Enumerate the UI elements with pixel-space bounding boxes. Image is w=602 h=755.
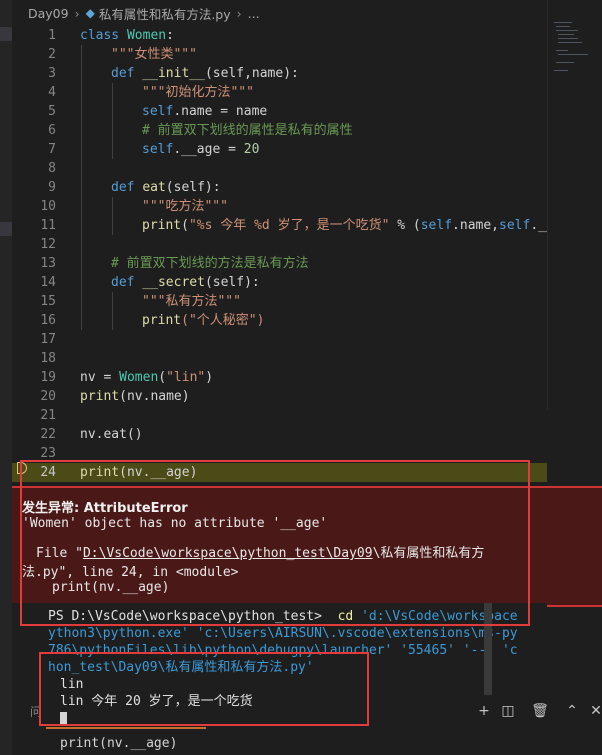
code-editor[interactable]: 1 class Women: 2 """女性类""" 3 def __init__(s… xyxy=(12,26,554,496)
breadcrumb-file[interactable]: 私有属性和私有方法.py xyxy=(99,4,231,23)
code-line: 10 """吃方法""" xyxy=(40,199,228,214)
code-line: 6 # 前置双下划线的属性是私有的属性 xyxy=(48,123,353,138)
code-line: print(nv.__age) xyxy=(60,736,178,751)
code-line: 13 # 前置双下划线的方法是私有方法 xyxy=(40,256,309,271)
code-line: 5 self.name = name xyxy=(48,104,268,119)
code-line: 22 nv.eat() xyxy=(40,427,143,442)
code-line: 1 class Women: xyxy=(48,28,174,43)
code-line: 9 def eat(self): xyxy=(48,180,221,195)
code-line: 16 print("个人秘密") xyxy=(40,313,265,328)
trash-icon[interactable]: 🗑 xyxy=(530,701,550,721)
annotation-box-output xyxy=(39,652,369,726)
split-terminal-icon[interactable]: ◫ xyxy=(498,701,518,721)
code-line: 17 xyxy=(40,332,56,347)
breadcrumb-folder[interactable]: Day09 xyxy=(28,6,69,21)
code-line: 11 print("%s 今年 %d 岁了，是一个吃货" % (self.name… xyxy=(40,218,554,233)
breadcrumb: Day09 › ◆ 私有属性和私有方法.py › ... xyxy=(12,0,547,26)
code-line: 4 """初始化方法""" xyxy=(48,85,254,100)
code-line: 2 """女性类""" xyxy=(48,47,197,62)
code-line: 21 xyxy=(40,408,56,423)
activity-strip xyxy=(0,0,12,755)
breadcrumb-more[interactable]: ... xyxy=(248,6,260,21)
progress-bar xyxy=(46,727,206,729)
chevron-right-icon: › xyxy=(236,5,242,21)
code-line: 7 self.__age = 20 xyxy=(48,142,260,157)
terminal-line: ython3\python.exe' 'c:\Users\AIRSUN\.vsc… xyxy=(48,626,518,641)
code-line: 15 """私有方法""" xyxy=(40,294,241,309)
code-line: 20 print(nv.name) xyxy=(40,389,190,404)
sidebar-active-marker xyxy=(0,27,12,41)
code-line: 12 xyxy=(40,237,56,252)
code-line: 19 nv = Women("lin") xyxy=(40,370,214,385)
code-line: 8 xyxy=(48,161,56,176)
code-line: 14 def __secret(self): xyxy=(40,275,260,290)
python-file-icon: ◆ xyxy=(85,6,95,20)
minimap[interactable] xyxy=(547,0,602,410)
annotation-box-exception xyxy=(20,460,530,626)
code-line: 18 xyxy=(40,351,56,366)
sidebar-active-marker xyxy=(0,222,12,236)
chevron-up-icon[interactable]: ⌃ xyxy=(562,701,582,721)
chevron-right-icon: › xyxy=(74,5,80,21)
code-line: 3 def __init__(self,name): xyxy=(48,66,299,81)
close-icon[interactable]: ✕ xyxy=(586,701,602,721)
editor-bottom-strip: print(nv.__age) xyxy=(12,727,547,755)
add-terminal-icon[interactable]: + xyxy=(474,701,494,721)
